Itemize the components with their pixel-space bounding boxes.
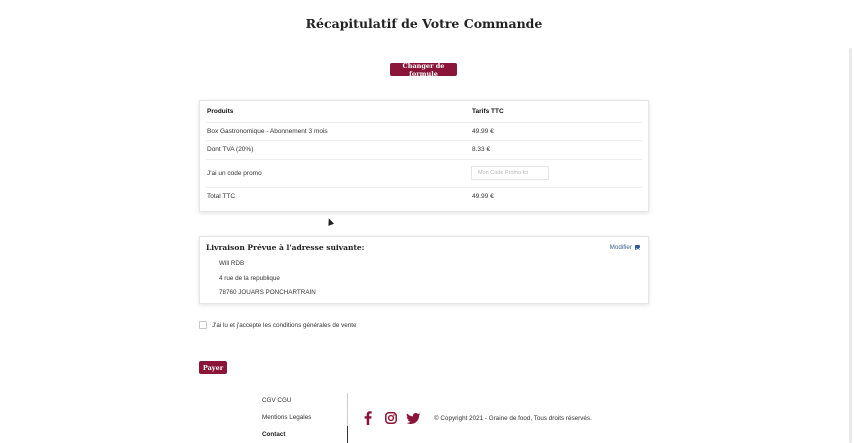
- copyright-text: © Copyright 2021 - Graine de food, Tous …: [434, 415, 592, 422]
- total-row: Total TTC 49.99 €: [206, 187, 642, 205]
- vat-value: 8.33 €: [472, 146, 491, 153]
- mouse-cursor-icon: [325, 217, 335, 226]
- twitter-icon[interactable]: [405, 411, 420, 425]
- pay-button[interactable]: Payer: [199, 361, 227, 374]
- delivery-address-card: Livraison Prévue à l'adresse suivante: M…: [199, 236, 649, 304]
- table-header-row: Produits Tarifs TTC: [206, 101, 642, 123]
- table-row: Dont TVA (20%) 8.33 €: [206, 140, 642, 160]
- column-header-price: Tarifs TTC: [472, 108, 504, 115]
- address-street: 4 rue de la republique: [219, 275, 280, 282]
- instagram-icon[interactable]: [384, 411, 398, 425]
- footer-link-cgv-label[interactable]: CGV CGU: [262, 397, 291, 404]
- promo-row: J'ai un code promo: [206, 159, 642, 188]
- total-label: Total TTC: [207, 192, 236, 200]
- modify-address-link[interactable]: Modifier: [610, 244, 640, 251]
- footer-link-contact-label[interactable]: Contact: [262, 431, 285, 438]
- promo-code-input[interactable]: [471, 166, 549, 180]
- footer-link-legal-label[interactable]: Mentions Legales: [262, 414, 311, 421]
- address-city: 78760 JOUARS PONCHARTRAIN: [219, 289, 316, 296]
- terms-checkbox[interactable]: [199, 321, 207, 329]
- change-formula-button[interactable]: Changer de formule: [390, 62, 457, 78]
- total-value: 49.99 €: [472, 192, 494, 200]
- footer-link-legal[interactable]: Mentions Legales: [262, 414, 311, 421]
- product-name: Box Gastronomique - Abonnement 3 mois: [207, 127, 328, 135]
- order-summary-table: Produits Tarifs TTC Box Gastronomique - …: [199, 100, 649, 212]
- delivery-title: Livraison Prévue à l'adresse suivante:: [206, 243, 365, 252]
- modify-label: Modifier: [609, 244, 632, 251]
- footer-link-cgv[interactable]: CGV CGU: [262, 397, 291, 404]
- recipient-name: Will RDB: [219, 260, 245, 267]
- product-price: 49.99 €: [472, 127, 494, 135]
- table-row: Box Gastronomique - Abonnement 3 mois 49…: [206, 122, 642, 141]
- column-header-products: Produits: [207, 108, 234, 115]
- page-title: Récapitulatif de Votre Commande: [305, 16, 543, 31]
- scrollbar[interactable]: [849, 48, 852, 443]
- footer-divider-active: [347, 426, 348, 443]
- promo-label: J'ai un code promo: [207, 169, 262, 177]
- footer-link-contact[interactable]: Contact: [262, 431, 285, 438]
- vat-label: Dont TVA (20%): [207, 146, 254, 153]
- terms-consent: J'ai lu et j'accepte les conditions géné…: [199, 321, 357, 329]
- terms-label: J'ai lu et j'accepte les conditions géné…: [212, 321, 357, 329]
- edit-icon: [635, 245, 640, 250]
- facebook-icon[interactable]: [362, 411, 373, 425]
